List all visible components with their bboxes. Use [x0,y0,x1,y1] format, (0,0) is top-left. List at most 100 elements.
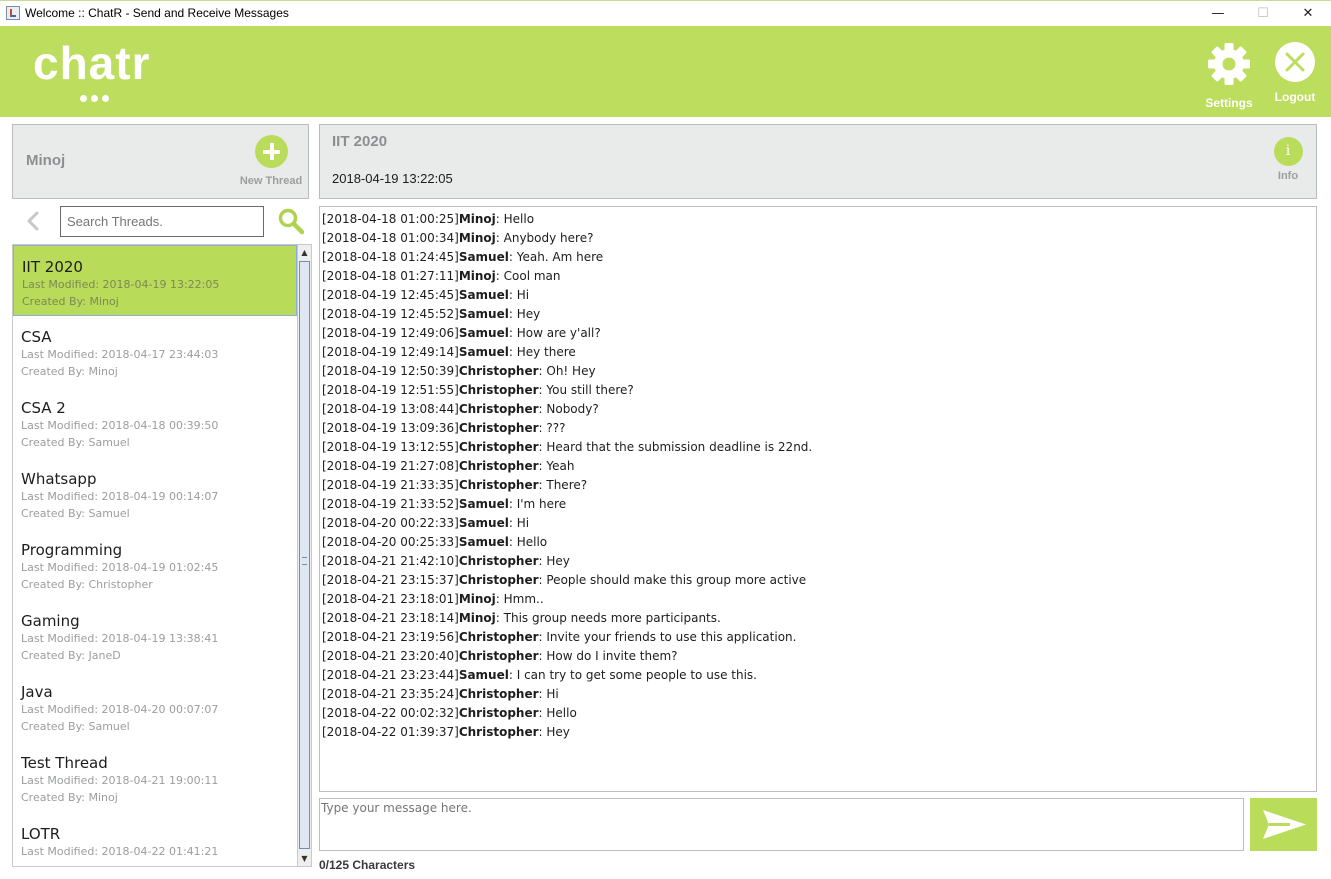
app-logo: chatr [33,37,151,89]
message-text: : This group needs more participants. [495,611,721,625]
message-row: [2018-04-22 00:02:32]Christopher: Hello [320,704,1316,723]
settings-button[interactable]: Settings [1194,42,1264,110]
message-text: : Hi [508,516,530,530]
thread-last-modified: Last Modified: 2018-04-22 01:41:21 [21,845,219,858]
message-sender: Christopher [458,402,539,416]
message-sender: Christopher [458,573,539,587]
thread-item[interactable]: Java Last Modified: 2018-04-20 00:07:07 Cr… [13,671,297,742]
thread-creator: Created By: Christopher [21,578,153,591]
thread-creator: Created By: Samuel [21,436,130,449]
app-header: chatr Settings Logout [0,26,1331,117]
thread-name: Programming [21,541,123,559]
message-row: [2018-04-21 23:19:56]Christopher: Invite… [320,628,1316,647]
thread-last-modified: Last Modified: 2018-04-19 01:02:45 [21,561,219,574]
minimize-button[interactable]: — [1195,1,1241,27]
scroll-thumb[interactable] [299,261,310,849]
message-timestamp: [2018-04-19 12:49:06] [322,326,459,340]
message-row: [2018-04-21 23:18:14]Minoj: This group n… [320,609,1316,628]
new-thread-label: New Thread [239,175,303,187]
thread-item[interactable]: Gaming Last Modified: 2018-04-19 13:38:41… [13,600,297,671]
message-row: [2018-04-19 13:09:36]Christopher: ??? [320,419,1316,438]
send-button[interactable] [1250,798,1317,851]
close-window-button[interactable]: ✕ [1285,1,1331,27]
message-timestamp: [2018-04-21 23:20:40] [322,649,459,663]
message-sender: Christopher [458,440,539,454]
thread-item[interactable]: Programming Last Modified: 2018-04-19 01:… [13,529,297,600]
message-timestamp: [2018-04-21 23:19:56] [322,630,459,644]
message-input[interactable] [319,798,1244,851]
message-timestamp: [2018-04-19 13:12:55] [322,440,459,454]
message-text: : Nobody? [538,402,599,416]
message-row: [2018-04-19 12:45:45]Samuel: Hi [320,286,1316,305]
message-sender: Minoj [458,231,496,245]
chevron-left-icon[interactable] [20,208,46,234]
thread-item[interactable]: Test Thread Last Modified: 2018-04-21 19:… [13,742,297,813]
message-timestamp: [2018-04-18 01:00:25] [322,212,459,226]
message-timestamp: [2018-04-22 01:39:37] [322,725,459,739]
new-thread-button[interactable]: New Thread [239,135,303,187]
info-button[interactable]: i Info [1266,137,1310,182]
thread-name: LOTR [21,825,61,843]
search-threads-input[interactable] [60,206,264,237]
message-sender: Minoj [458,269,496,283]
window-title: Welcome :: ChatR - Send and Receive Mess… [25,6,289,20]
thread-list-scrollbar[interactable]: ▲ ▼ [297,244,312,867]
plus-circle-icon [254,135,288,168]
message-timestamp: [2018-04-18 01:00:34] [322,231,459,245]
message-sender: Samuel [458,516,509,530]
message-row: [2018-04-19 13:12:55]Christopher: Heard … [320,438,1316,457]
message-row: [2018-04-20 00:25:33]Samuel: Hello [320,533,1316,552]
message-row: [2018-04-21 23:20:40]Christopher: How do… [320,647,1316,666]
message-sender: Samuel [458,497,509,511]
thread-list: IIT 2020 Last Modified: 2018-04-19 13:22:… [12,244,297,867]
message-timestamp: [2018-04-19 12:49:14] [322,345,459,359]
message-sender: Christopher [458,706,539,720]
thread-last-modified: Last Modified: 2018-04-21 19:00:11 [21,774,219,787]
logout-button[interactable]: Logout [1260,42,1330,104]
message-text: : How are y'all? [508,326,601,340]
settings-label: Settings [1205,96,1253,110]
message-timestamp: [2018-04-19 12:50:39] [322,364,459,378]
message-row: [2018-04-20 00:22:33]Samuel: Hi [320,514,1316,533]
maximize-button[interactable]: ☐ [1240,1,1286,27]
message-sender: Samuel [458,288,509,302]
message-sender: Samuel [458,535,509,549]
message-text: : Hi [508,288,530,302]
thread-item[interactable]: LOTR Last Modified: 2018-04-22 01:41:21 [13,813,297,866]
message-text: : I can try to get some people to use th… [508,668,757,682]
message-sender: Samuel [458,668,509,682]
thread-last-modified: Last Modified: 2018-04-19 13:22:05 [22,278,220,291]
search-icon[interactable] [277,207,305,235]
message-log[interactable]: [2018-04-18 01:00:25]Minoj: Hello [2018-0… [319,206,1317,792]
message-row: [2018-04-18 01:00:34]Minoj: Anybody here… [320,229,1316,248]
message-sender: Christopher [458,630,539,644]
thread-item[interactable]: IIT 2020 Last Modified: 2018-04-19 13:22:… [13,245,297,316]
thread-title: IIT 2020 [332,133,388,150]
message-timestamp: [2018-04-18 01:27:11] [322,269,459,283]
scroll-down-arrow[interactable]: ▼ [298,851,311,866]
message-row: [2018-04-19 21:27:08]Christopher: Yeah [320,457,1316,476]
message-sender: Samuel [458,345,509,359]
message-row: [2018-04-19 12:49:06]Samuel: How are y'a… [320,324,1316,343]
message-text: : There? [538,478,588,492]
thread-item[interactable]: CSA Last Modified: 2018-04-17 23:44:03 Cre… [13,316,297,387]
thread-item[interactable]: CSA 2 Last Modified: 2018-04-18 00:39:50 C… [13,387,297,458]
scroll-up-arrow[interactable]: ▲ [298,245,311,260]
message-row: [2018-04-19 12:49:14]Samuel: Hey there [320,343,1316,362]
thread-last-modified: Last Modified: 2018-04-19 13:38:41 [21,632,219,645]
thread-last-modified: Last Modified: 2018-04-20 00:07:07 [21,703,219,716]
message-row: [2018-04-19 21:33:35]Christopher: There? [320,476,1316,495]
message-sender: Christopher [458,725,539,739]
thread-item[interactable]: Whatsapp Last Modified: 2018-04-19 00:14:… [13,458,297,529]
info-icon: i [1273,137,1303,166]
message-text: : I'm here [508,497,567,511]
thread-last-modified: Last Modified: 2018-04-18 00:39:50 [21,419,219,432]
message-row: [2018-04-18 01:00:25]Minoj: Hello [320,210,1316,229]
message-text: : Hey [538,554,570,568]
thread-name: Gaming [21,612,80,630]
thread-name: Java [21,683,53,701]
message-timestamp: [2018-04-22 00:02:32] [322,706,459,720]
message-text: : Yeah [538,459,575,473]
message-row: [2018-04-18 01:24:45]Samuel: Yeah. Am he… [320,248,1316,267]
user-panel: Minoj New Thread [12,124,309,199]
